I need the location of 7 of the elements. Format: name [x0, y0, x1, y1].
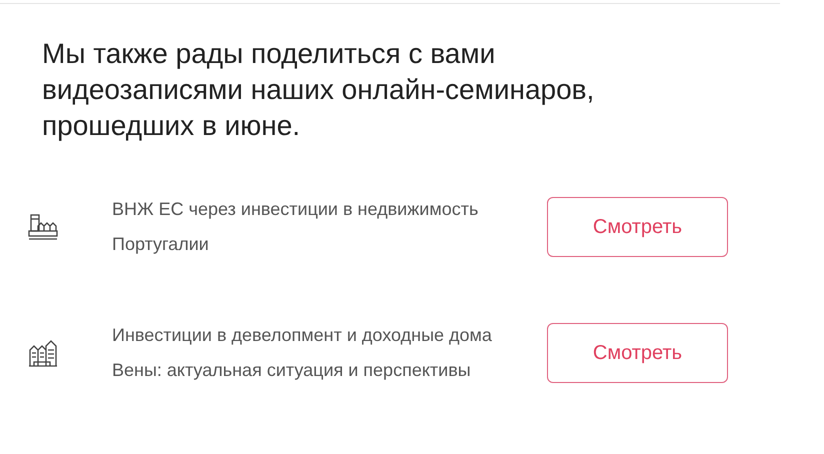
buildings-icon	[28, 338, 58, 368]
webinar-title: Инвестиции в девелопмент и доходные дома Вены: актуальная ситуация и перспективы	[112, 324, 493, 382]
webinar-title: ВНЖ ЕС через инвестиции в недвижимость Португалии	[112, 198, 480, 256]
watch-button[interactable]: Смотреть	[547, 323, 728, 383]
watch-button[interactable]: Смотреть	[547, 197, 728, 257]
castle-icon	[28, 212, 58, 242]
heading: Мы также рады поделиться с вами видеозаписями наших онлайн-семинаров, прошедших в июне.	[42, 37, 596, 143]
